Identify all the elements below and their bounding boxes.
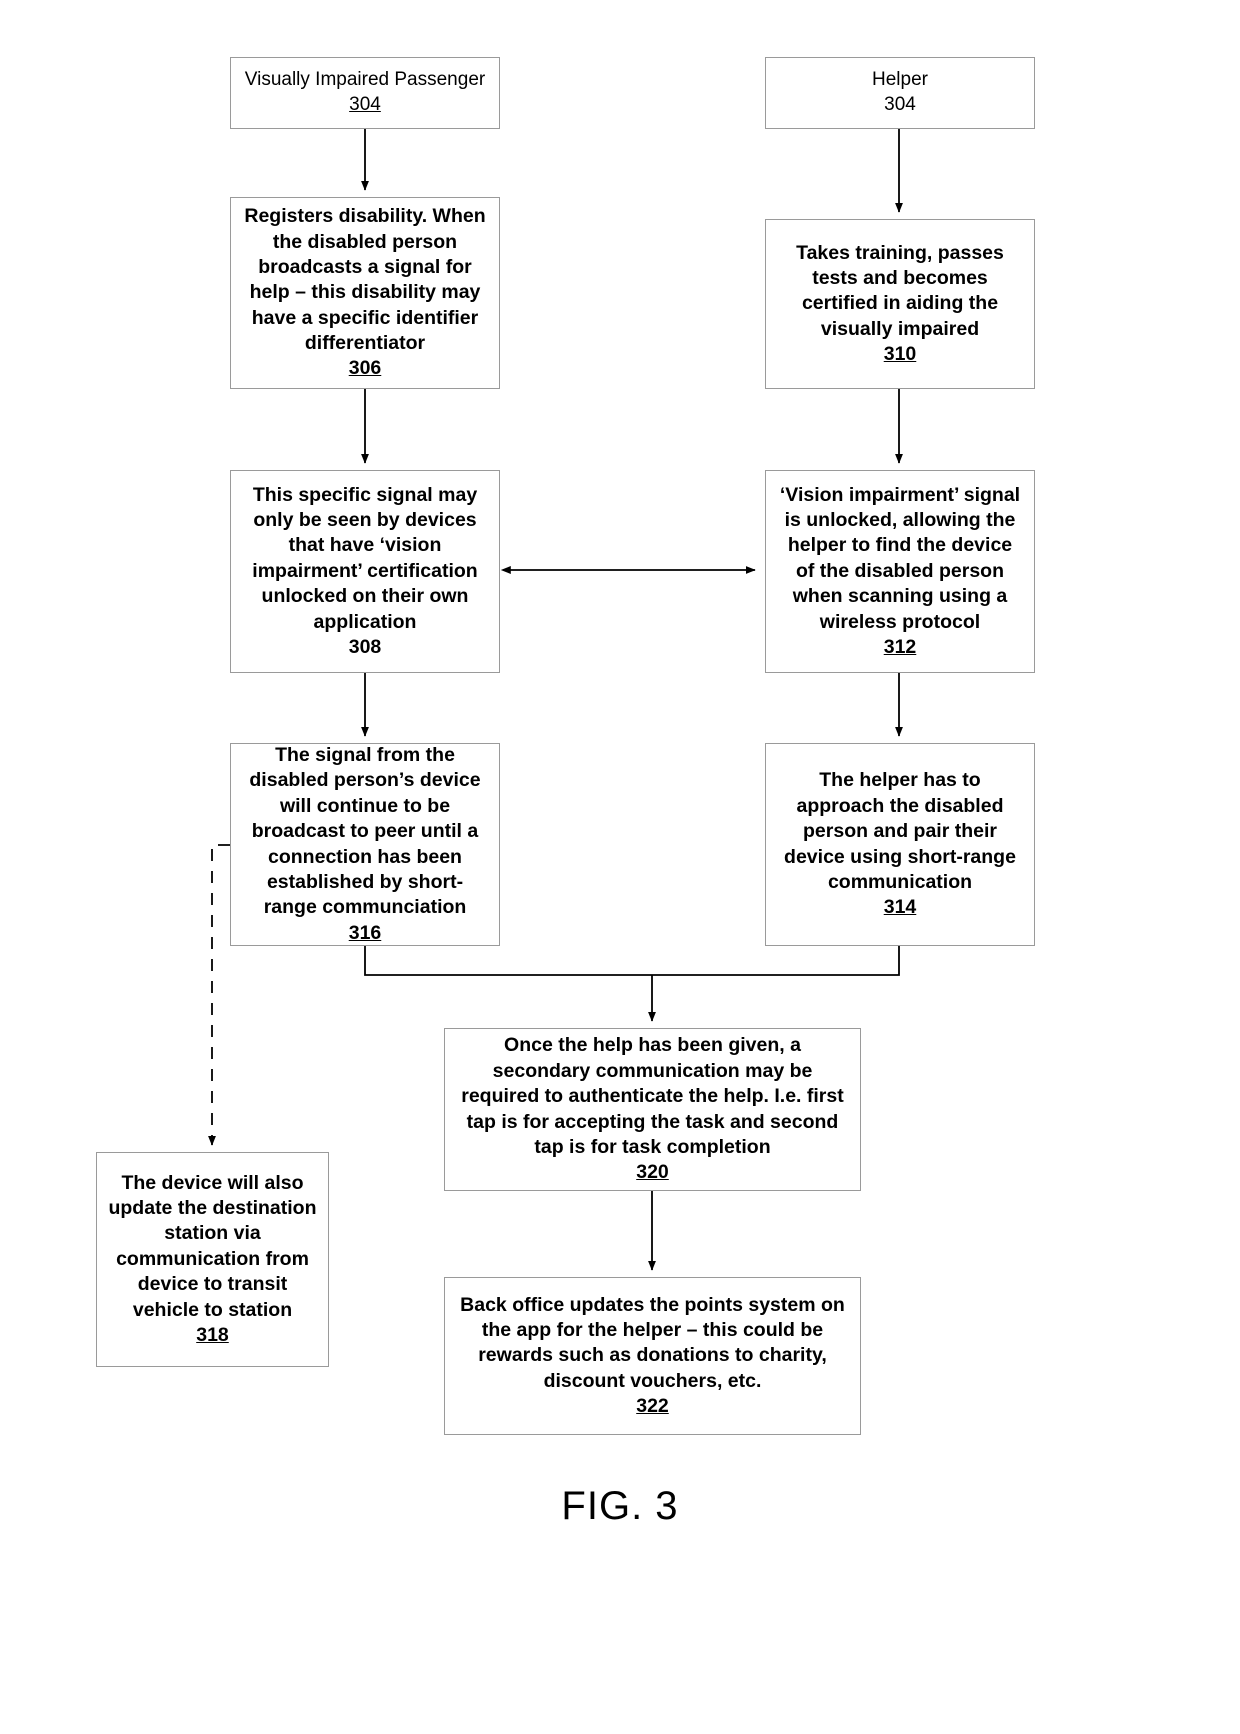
connector-merge-to-320 [364,946,900,976]
process-box-text: ‘Vision impairment’ signal is unlocked, … [779,483,1021,633]
process-box-text: The signal from the disabled person’s de… [249,744,481,919]
connector-layer [208,129,903,1271]
process-box-320: Once the help has been given, a secondar… [444,1028,861,1191]
lane-header-ref: 304 [884,94,916,115]
process-box-306: Registers disability. When the disabled … [230,197,500,389]
process-box-text: The device will also update the destinat… [108,1171,317,1321]
lane-header-title: Helper [872,69,928,91]
process-box-text: Takes training, passes tests and becomes… [796,241,1004,340]
process-box-ref: 306 [348,357,382,380]
process-box-ref: 312 [883,635,917,658]
process-box-ref: 320 [636,1161,669,1184]
process-box-text: Once the help has been given, a secondar… [461,1034,844,1158]
process-box-ref: 322 [636,1395,669,1418]
connector-316-to-318-dashed [208,844,230,1146]
process-box-text: Back office updates the points system on… [460,1293,845,1392]
process-box-314: The helper has to approach the disabled … [765,743,1035,946]
process-box-text: This specific signal may only be seen by… [252,483,478,633]
figure-caption: FIG. 3 [561,1484,679,1528]
process-box-ref: 316 [348,921,382,944]
process-box-322: Back office updates the points system on… [444,1277,861,1435]
process-box-text: Registers disability. When the disabled … [244,205,486,355]
process-box-ref: 318 [196,1323,229,1346]
process-box-316: The signal from the disabled person’s de… [230,743,500,946]
process-box-310: Takes training, passes tests and becomes… [765,219,1035,389]
process-box-ref: 308 [348,635,382,658]
process-box-ref: 314 [883,896,917,919]
lane-header-ref: 304 [349,94,381,115]
lane-header-visually-impaired-passenger: Visually Impaired Passenger 304 [230,57,500,129]
process-box-ref: 310 [883,343,917,366]
process-box-308: This specific signal may only be seen by… [230,470,500,673]
lane-header-title: Visually Impaired Passenger [244,69,486,91]
process-box-text: The helper has to approach the disabled … [784,769,1016,893]
lane-header-helper: Helper 304 [765,57,1035,129]
process-box-318: The device will also update the destinat… [96,1152,329,1367]
process-box-312: ‘Vision impairment’ signal is unlocked, … [765,470,1035,673]
figure-canvas: Visually Impaired Passenger 304 Helper 3… [0,0,1240,1734]
